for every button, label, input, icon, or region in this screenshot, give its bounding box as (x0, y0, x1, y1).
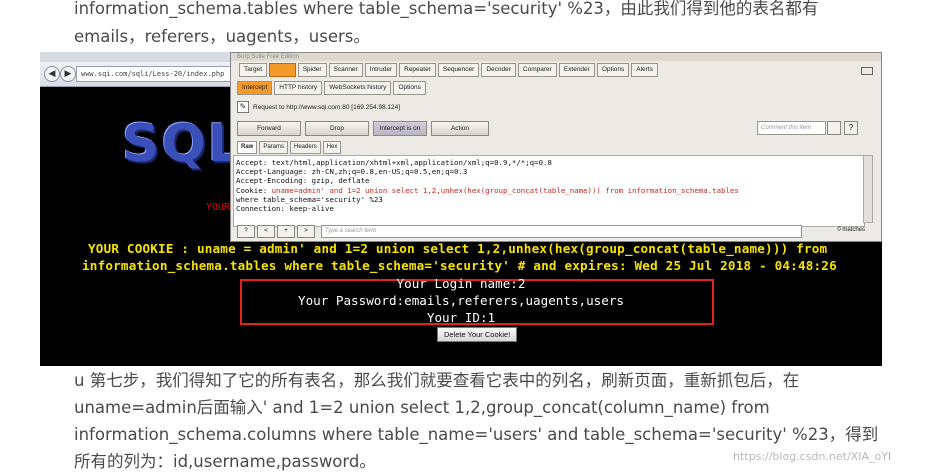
password-text: Your Password:emails,referers,uagents,us… (297, 293, 625, 308)
search-prev-button[interactable]: < (257, 225, 275, 238)
cookie-header-label: Cookie: (236, 185, 272, 195)
tab-proxy[interactable]: Proxy (269, 63, 296, 77)
comment-input[interactable]: Comment this item (757, 121, 826, 135)
request-editor[interactable]: Accept: text/html,application/xhtml+xml,… (233, 155, 865, 227)
request-line: Connection: keep-alive (236, 204, 334, 214)
request-scrollbar[interactable] (863, 155, 873, 223)
drop-button[interactable]: Drop (305, 121, 369, 136)
tab-headers[interactable]: Headers (290, 141, 321, 154)
request-line-cookie: Cookie: uname=admin' and 1=2 union selec… (236, 186, 862, 195)
tab-comparer[interactable]: Comparer (517, 63, 557, 77)
tab-raw[interactable]: Raw (237, 141, 258, 154)
tab-proxy-options[interactable]: Options (393, 81, 426, 95)
search-bar: ? < + > Type a search term 0 matches (237, 225, 869, 238)
burp-window: Burp Suite Free Edition Target Proxy Spi… (230, 52, 882, 242)
burp-title: Burp Suite Free Edition (231, 53, 881, 61)
request-line: where table_schema='security' %23 (236, 194, 383, 204)
article-line-2: emails，referers，uagents，users。 (74, 27, 370, 46)
tab-options[interactable]: Options (596, 63, 630, 77)
request-line: Accept: text/html,application/xhtml+xml,… (236, 158, 552, 167)
tab-repeater[interactable]: Repeater (399, 63, 436, 77)
tab-intruder[interactable]: Intruder (364, 63, 398, 77)
search-input[interactable]: Type a search term (321, 225, 802, 238)
tab-decoder[interactable]: Decoder (481, 63, 516, 77)
action-button[interactable]: Action (431, 121, 489, 136)
highlight-icon[interactable] (827, 121, 841, 135)
match-count: 0 matches (837, 227, 865, 233)
tab-intercept[interactable]: Intercept (237, 81, 273, 95)
search-help-button[interactable]: ? (237, 225, 255, 238)
tab-sequencer[interactable]: Sequencer (437, 63, 480, 77)
user-id-text: Your ID:1 (426, 310, 496, 325)
request-target-label: Request to http://www.sqi.com:80 [169.25… (253, 103, 401, 111)
tab-alerts[interactable]: Alerts (631, 63, 658, 77)
search-next-button[interactable]: > (297, 225, 315, 238)
proxy-sub-tabs: Intercept HTTP history WebSockets histor… (237, 81, 426, 95)
intercept-toolbar: Forward Drop Intercept is on Action Comm… (237, 119, 873, 136)
tab-http-history[interactable]: HTTP history (274, 81, 323, 95)
back-arrow-icon[interactable]: ◀ (44, 66, 60, 82)
tab-hex[interactable]: Hex (322, 141, 342, 154)
request-line: Accept-Encoding: gzip, deflate (236, 176, 370, 186)
request-target: ✎ Request to http://www.sqi.com:80 [169.… (237, 101, 400, 113)
article-line-6: 所有的列为：id,username,password。 (74, 452, 376, 471)
maximize-icon[interactable] (861, 67, 873, 75)
request-line: Accept-Language: zh-CN,zh;q=0.8,en-US;q=… (236, 167, 468, 177)
tab-params[interactable]: Params (259, 141, 289, 154)
cookie-line-2: information_schema.tables where table_sc… (82, 258, 837, 273)
forward-arrow-icon[interactable]: ▶ (60, 66, 76, 82)
login-name-text: Your Login name:2 (396, 276, 526, 291)
red-text-fragment: YOUR (206, 202, 231, 213)
tab-spider[interactable]: Spider (297, 63, 327, 77)
search-add-button[interactable]: + (277, 225, 295, 238)
sqli-logo: SQL (122, 114, 243, 174)
message-view-tabs: Raw Params Headers Hex (237, 141, 342, 154)
article-line-4: uname=admin后面输入' and 1=2 union select 1,… (74, 398, 770, 417)
article-line-1: information_schema.tables where table_sc… (74, 0, 819, 18)
article-line-5: information_schema.columns where table_n… (74, 425, 879, 444)
tab-scanner[interactable]: Scanner (328, 63, 363, 77)
tab-target[interactable]: Target (239, 63, 268, 77)
burp-main-tabs: Target Proxy Spider Scanner Intruder Rep… (239, 63, 658, 77)
cookie-line-1: YOUR COOKIE : uname = admin' and 1=2 uni… (88, 241, 828, 256)
embedded-screenshot: ◀ ▶ www.sqi.com/sqli/Less-20/index.php S… (40, 52, 882, 366)
cookie-payload: uname=admin' and 1=2 union select 1,2,un… (271, 185, 739, 195)
delete-cookie-button[interactable]: Delete Your Cookie! (437, 327, 518, 342)
pencil-icon[interactable]: ✎ (237, 101, 249, 113)
watermark: https://blog.csdn.net/XIA_oYI (733, 450, 892, 463)
url-bar[interactable]: www.sqi.com/sqli/Less-20/index.php (76, 66, 232, 82)
article-line-3: u 第七步，我们得知了它的所有表名，那么我们就要查看它表中的列名，刷新页面，重新… (74, 371, 800, 390)
forward-button[interactable]: Forward (237, 121, 301, 136)
tab-websockets-history[interactable]: WebSockets history (324, 81, 392, 95)
help-button[interactable]: ? (844, 121, 858, 135)
intercept-toggle-button[interactable]: Intercept is on (373, 121, 427, 136)
tab-extender[interactable]: Extender (558, 63, 595, 77)
